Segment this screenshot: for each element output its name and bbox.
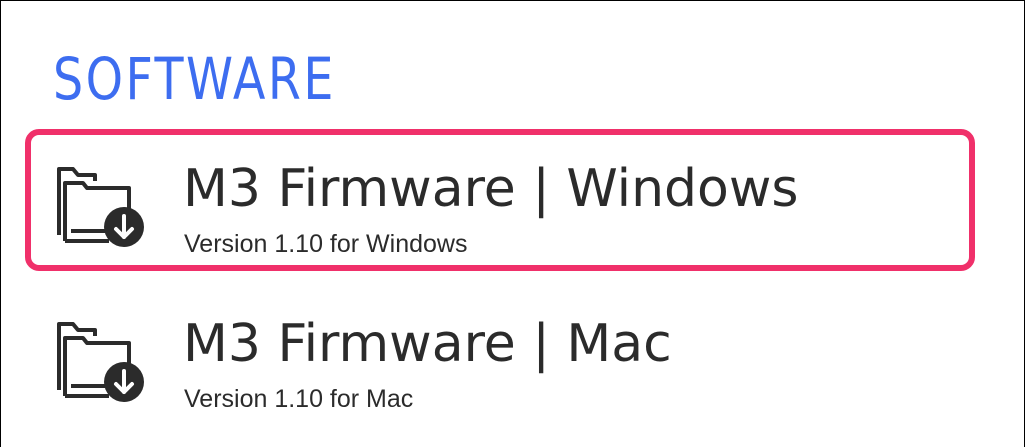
item-subtitle: Version 1.10 for Mac xyxy=(184,385,414,413)
item-title: M3 Firmware | Mac xyxy=(183,314,672,374)
item-title: M3 Firmware | Windows xyxy=(183,159,799,219)
download-item-mac[interactable]: M3 Firmware | Mac Version 1.10 for Mac xyxy=(25,284,975,426)
section-title: SOFTWARE xyxy=(53,45,336,113)
software-panel: SOFTWARE M3 Firmware | Windows Version 1… xyxy=(0,0,1025,447)
download-item-windows[interactable]: M3 Firmware | Windows Version 1.10 for W… xyxy=(25,129,975,271)
folder-download-icon xyxy=(51,310,151,410)
item-subtitle: Version 1.10 for Windows xyxy=(184,230,468,258)
folder-download-icon xyxy=(51,155,151,255)
